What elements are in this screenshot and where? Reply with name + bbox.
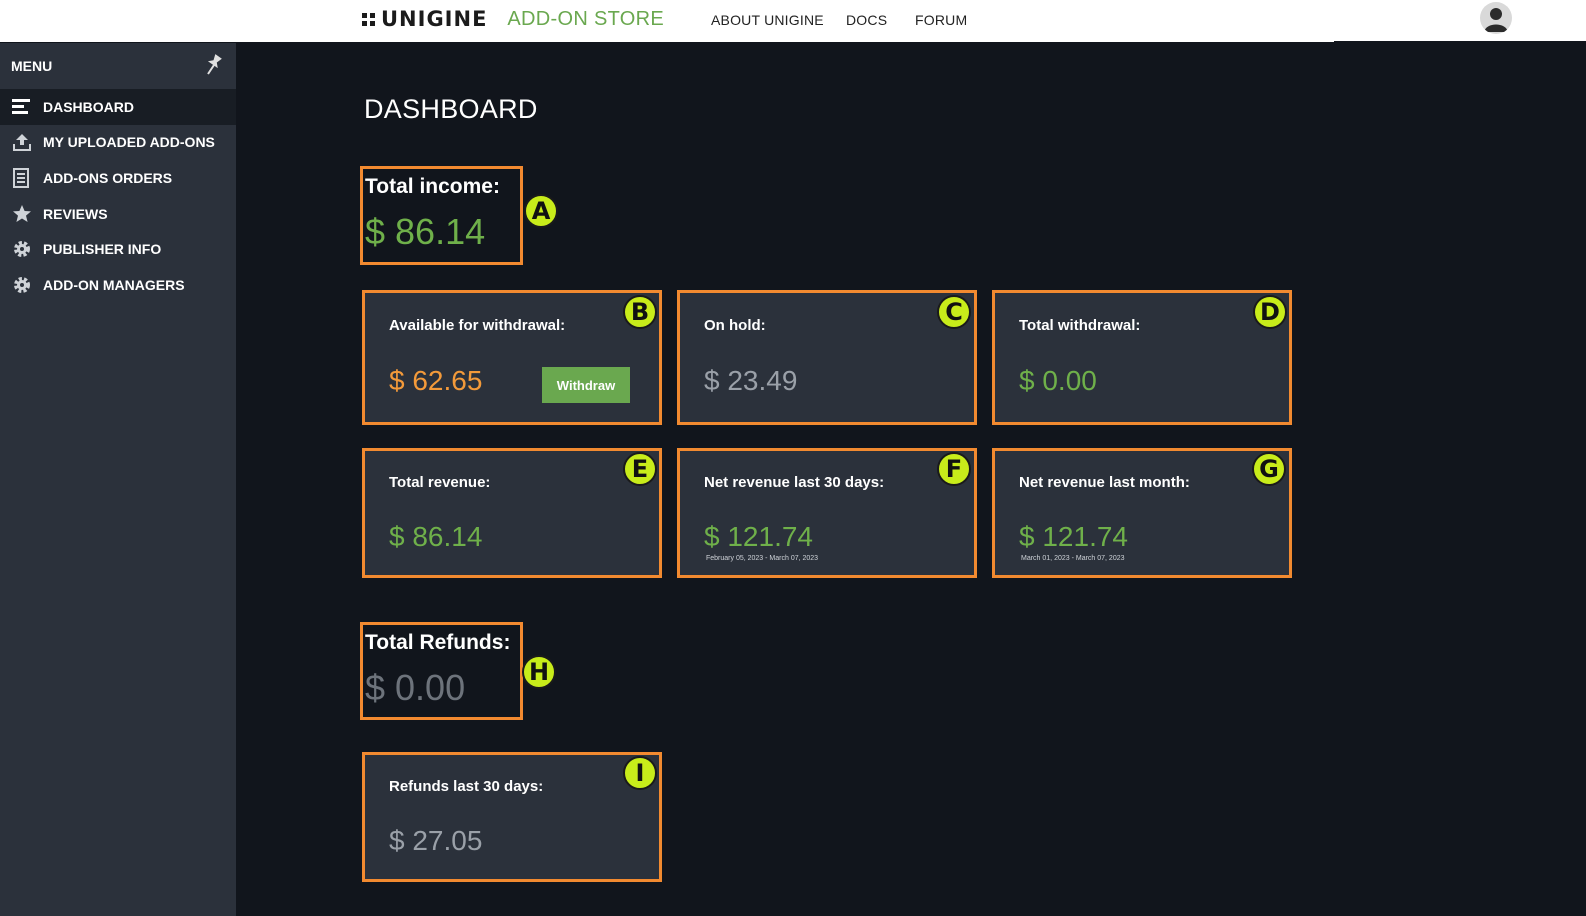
- annotation-marker-i: I: [623, 756, 657, 790]
- sidebar-item-label: PUBLISHER INFO: [43, 241, 162, 258]
- sidebar-item-label: DASHBOARD: [43, 98, 134, 115]
- sidebar-item-reviews[interactable]: REVIEWS: [0, 196, 236, 232]
- total-refunds-label: Total Refunds:: [365, 631, 511, 654]
- sidebar-item-dashboard[interactable]: DASHBOARD: [0, 89, 236, 125]
- upload-icon: [11, 131, 33, 153]
- net-revenue-last-month-label: Net revenue last month:: [1019, 474, 1190, 491]
- top-bar: UNIGINE ADD-ON STORE ABOUT UNIGINE DOCS …: [0, 0, 1586, 42]
- nav-about-unigine[interactable]: ABOUT UNIGINE: [711, 12, 824, 28]
- page-title: DASHBOARD: [364, 94, 538, 124]
- total-withdrawal-label: Total withdrawal:: [1019, 317, 1141, 334]
- net-revenue-last-month-value: $ 121.74: [1019, 521, 1128, 552]
- annotation-marker-b: B: [623, 295, 657, 329]
- star-icon: [11, 203, 33, 225]
- total-revenue-value: $ 86.14: [389, 521, 483, 552]
- sidebar-item-label: ADD-ON MANAGERS: [43, 276, 185, 293]
- menu-title: MENU: [11, 58, 53, 74]
- net-revenue-30-days-range: February 05, 2023 - March 07, 2023: [706, 555, 819, 562]
- net-revenue-30-days-card: Net revenue last 30 days: $ 121.74 Febru…: [677, 448, 977, 578]
- annotation-marker-c: C: [937, 295, 971, 329]
- total-revenue-card: Total revenue: $ 86.14: [362, 448, 662, 578]
- withdraw-button[interactable]: Withdraw: [542, 367, 630, 403]
- on-hold-value: $ 23.49: [704, 365, 798, 396]
- unigine-logo[interactable]: UNIGINE ADD-ON STORE: [362, 7, 665, 31]
- net-revenue-last-month-card: Net revenue last month: $ 121.74 March 0…: [992, 448, 1292, 578]
- refunds-30-days-value: $ 27.05: [389, 825, 483, 856]
- sidebar-item-publisher-info[interactable]: PUBLISHER INFO: [0, 231, 236, 267]
- net-revenue-30-days-value: $ 121.74: [704, 521, 813, 552]
- store-title: ADD-ON STORE: [507, 7, 665, 30]
- user-icon[interactable]: [1480, 2, 1512, 34]
- total-withdrawal-value: $ 0.00: [1019, 365, 1097, 396]
- total-income-label: Total income:: [365, 175, 500, 198]
- total-refunds-panel: Total Refunds: $ 0.00: [360, 622, 523, 720]
- pin-icon[interactable]: [204, 53, 224, 75]
- annotation-marker-f: F: [937, 452, 971, 486]
- sidebar-item-my-uploaded-addons[interactable]: MY UPLOADED ADD-ONS: [0, 125, 236, 161]
- nav-forum[interactable]: FORUM: [915, 12, 967, 28]
- annotation-marker-g: G: [1252, 452, 1286, 486]
- refunds-30-days-label: Refunds last 30 days:: [389, 778, 544, 795]
- on-hold-card: On hold: $ 23.49: [677, 290, 977, 425]
- sidebar-item-label: REVIEWS: [43, 205, 108, 222]
- total-income-panel: Total income: $ 86.14: [360, 166, 523, 265]
- sidebar: MENU DASHBOARD MY UPLOADED ADD-ONS ADD-O…: [0, 43, 236, 916]
- header-divider: [1334, 41, 1586, 43]
- net-revenue-30-days-label: Net revenue last 30 days:: [704, 474, 885, 491]
- dashboard-icon: [11, 96, 33, 118]
- gear-icon: [11, 238, 33, 260]
- sidebar-item-label: MY UPLOADED ADD-ONS: [43, 134, 215, 151]
- menu-header: MENU: [0, 43, 236, 89]
- nav-docs[interactable]: DOCS: [846, 12, 887, 28]
- available-withdrawal-value: $ 62.65: [389, 365, 483, 396]
- sidebar-item-addons-orders[interactable]: ADD-ONS ORDERS: [0, 160, 236, 196]
- gear-icon: [11, 274, 33, 296]
- available-withdrawal-label: Available for withdrawal:: [389, 317, 566, 334]
- total-revenue-label: Total revenue:: [389, 474, 491, 491]
- annotation-marker-h: H: [522, 655, 556, 689]
- total-refunds-value: $ 0.00: [365, 667, 466, 708]
- total-income-value: $ 86.14: [365, 211, 486, 252]
- total-withdrawal-card: Total withdrawal: $ 0.00: [992, 290, 1292, 425]
- net-revenue-last-month-range: March 01, 2023 - March 07, 2023: [1021, 555, 1125, 562]
- sidebar-item-addon-managers[interactable]: ADD-ON MANAGERS: [0, 267, 236, 303]
- logo-dots-icon: [362, 12, 375, 26]
- logo-text: UNIGINE: [381, 7, 488, 31]
- orders-icon: [11, 167, 33, 189]
- sidebar-item-label: ADD-ONS ORDERS: [43, 169, 173, 186]
- annotation-marker-d: D: [1253, 295, 1287, 329]
- refunds-30-days-card: Refunds last 30 days: $ 27.05: [362, 752, 662, 882]
- available-withdrawal-card: Available for withdrawal: $ 62.65 Withdr…: [362, 290, 662, 425]
- annotation-marker-a: A: [524, 194, 558, 228]
- annotation-marker-e: E: [623, 452, 657, 486]
- on-hold-label: On hold:: [704, 317, 766, 334]
